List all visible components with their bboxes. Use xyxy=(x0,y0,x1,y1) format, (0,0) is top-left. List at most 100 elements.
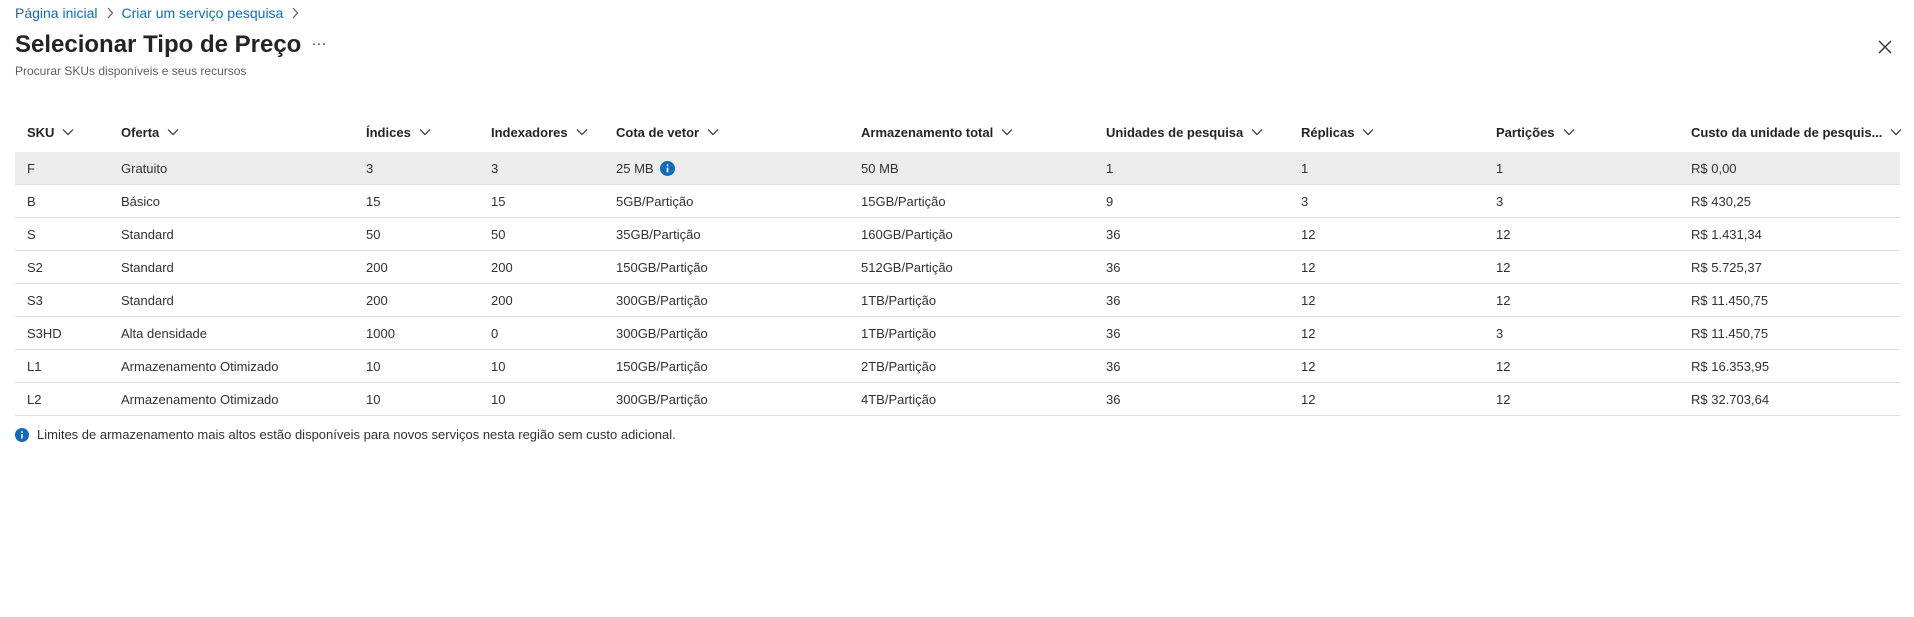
column-header[interactable]: SKU xyxy=(27,112,74,152)
table-cell: 36 xyxy=(1106,383,1120,415)
table-cell-text: 300GB/Partição xyxy=(616,391,708,407)
table-cell: R$ 5.725,37 xyxy=(1691,251,1762,283)
breadcrumb: Página inicial Criar um serviço pesquisa xyxy=(15,5,301,21)
table-cell-text: R$ 16.353,95 xyxy=(1691,358,1770,374)
table-cell-text: R$ 1.431,34 xyxy=(1691,226,1762,242)
table-cell: 200 xyxy=(491,284,513,316)
table-cell: 12 xyxy=(1496,383,1510,415)
table-cell-text: Standard xyxy=(121,292,174,308)
table-cell: S3HD xyxy=(27,317,62,349)
close-button[interactable] xyxy=(1874,36,1896,58)
table-cell: 0 xyxy=(491,317,498,349)
table-cell: L2 xyxy=(27,383,41,415)
breadcrumb-home-link[interactable]: Página inicial xyxy=(15,5,98,21)
table-cell: R$ 0,00 xyxy=(1691,152,1737,184)
table-cell: 36 xyxy=(1106,317,1120,349)
table-cell-text: 150GB/Partição xyxy=(616,358,708,374)
table-cell: R$ 32.703,64 xyxy=(1691,383,1769,415)
table-cell: 512GB/Partição xyxy=(861,251,953,283)
info-icon xyxy=(15,427,29,442)
table-cell: 15GB/Partição xyxy=(861,185,946,217)
table-cell: L1 xyxy=(27,350,41,382)
table-cell: 300GB/Partição xyxy=(616,383,708,415)
table-cell: 12 xyxy=(1496,350,1510,382)
column-header[interactable]: Índices xyxy=(366,112,431,152)
table-cell: 25 MB xyxy=(616,152,675,184)
table-cell: Básico xyxy=(121,185,160,217)
chevron-down-icon xyxy=(707,128,719,136)
table-row[interactable]: L1 Armazenamento Otimizado 10 10 150GB/Parti… xyxy=(15,350,1900,383)
table-row[interactable]: B Básico 15 15 5GB/Partição 15GB/Partição 9 3 3 R… xyxy=(15,185,1900,218)
table-cell-text: 15GB/Partição xyxy=(861,193,946,209)
table-cell: 50 xyxy=(491,218,505,250)
column-header[interactable]: Indexadores xyxy=(491,112,588,152)
table-cell-text: 35GB/Partição xyxy=(616,226,701,242)
table-cell-text: 36 xyxy=(1106,391,1121,407)
table-cell: R$ 430,25 xyxy=(1691,185,1751,217)
table-cell: 3 xyxy=(366,152,373,184)
column-header[interactable]: Réplicas xyxy=(1301,112,1374,152)
chevron-down-icon xyxy=(1890,128,1902,136)
table-cell: 3 xyxy=(491,152,498,184)
table-cell-text: 12 xyxy=(1496,259,1511,275)
table-cell: 50 xyxy=(366,218,380,250)
table-cell-text: F xyxy=(27,160,35,176)
table-cell-text: 10 xyxy=(366,358,381,374)
chevron-down-icon xyxy=(1251,128,1263,136)
column-header[interactable]: Partições xyxy=(1496,112,1575,152)
column-header[interactable]: Custo da unidade de pesquis... xyxy=(1691,112,1902,152)
table-cell: 12 xyxy=(1496,218,1510,250)
table-cell-text: 12 xyxy=(1496,226,1511,242)
table-row[interactable]: L2 Armazenamento Otimizado 10 10 300GB/Parti… xyxy=(15,383,1900,416)
table-row[interactable]: S Standard 50 50 35GB/Partição 160GB/Partição… xyxy=(15,218,1900,251)
breadcrumb-create-search-link[interactable]: Criar um serviço pesquisa xyxy=(122,5,284,21)
table-cell-text: S xyxy=(27,226,36,242)
table-cell-text: Armazenamento Otimizado xyxy=(121,358,279,374)
table-cell: 150GB/Partição xyxy=(616,350,708,382)
table-cell-text: 3 xyxy=(1301,193,1309,209)
column-header[interactable]: Armazenamento total xyxy=(861,112,1013,152)
page-subtitle: Procurar SKUs disponíveis e seus recurso… xyxy=(15,64,247,78)
table-row[interactable]: F Gratuito 3 3 25 MB 50 MB 1 1 1 R$ 0,00 xyxy=(15,152,1900,185)
table-cell-text: 36 xyxy=(1106,259,1121,275)
storage-info-note: Limites de armazenamento mais altos estã… xyxy=(15,427,676,442)
table-cell: 2TB/Partição xyxy=(861,350,936,382)
column-header[interactable]: Oferta xyxy=(121,112,179,152)
table-cell-text: 12 xyxy=(1301,325,1316,341)
table-cell-text: 36 xyxy=(1106,325,1121,341)
table-cell: 15 xyxy=(366,185,380,217)
table-cell-text: Gratuito xyxy=(121,160,168,176)
table-cell-text: 12 xyxy=(1496,391,1511,407)
info-icon[interactable] xyxy=(659,160,675,176)
column-header-label: Cota de vetor xyxy=(616,124,700,140)
table-cell: Armazenamento Otimizado xyxy=(121,350,279,382)
table-cell: S xyxy=(27,218,36,250)
column-header[interactable]: Cota de vetor xyxy=(616,112,719,152)
table-cell-text: 200 xyxy=(491,292,513,308)
table-row[interactable]: S3 Standard 200 200 300GB/Partição 1TB/Partiç… xyxy=(15,284,1900,317)
table-cell: Armazenamento Otimizado xyxy=(121,383,279,415)
table-cell: 300GB/Partição xyxy=(616,284,708,316)
table-row[interactable]: S3HD Alta densidade 1000 0 300GB/Partição 1TB… xyxy=(15,317,1900,350)
table-cell-text: 25 MB xyxy=(616,160,654,176)
table-cell-text: R$ 5.725,37 xyxy=(1691,259,1762,275)
table-cell-text: 50 xyxy=(491,226,506,242)
table-cell-text: 200 xyxy=(366,259,388,275)
table-cell-text: 1 xyxy=(1106,160,1114,176)
table-cell-text: 3 xyxy=(491,160,499,176)
table-cell: 12 xyxy=(1301,317,1315,349)
chevron-down-icon xyxy=(419,128,431,136)
table-cell: 50 MB xyxy=(861,152,899,184)
table-row[interactable]: S2 Standard 200 200 150GB/Partição 512GB/Part… xyxy=(15,251,1900,284)
table-cell-text: 4TB/Partição xyxy=(861,391,937,407)
table-cell: 36 xyxy=(1106,218,1120,250)
column-header[interactable]: Unidades de pesquisa xyxy=(1106,112,1263,152)
table-cell-text: R$ 11.450,75 xyxy=(1691,325,1769,341)
column-header-label: Partições xyxy=(1496,124,1555,140)
table-cell: 150GB/Partição xyxy=(616,251,708,283)
table-cell-text: 15 xyxy=(366,193,381,209)
table-cell: Standard xyxy=(121,251,174,283)
table-cell: 160GB/Partição xyxy=(861,218,953,250)
column-header-label: Indexadores xyxy=(491,124,568,140)
more-options-button[interactable]: ··· xyxy=(308,35,330,57)
